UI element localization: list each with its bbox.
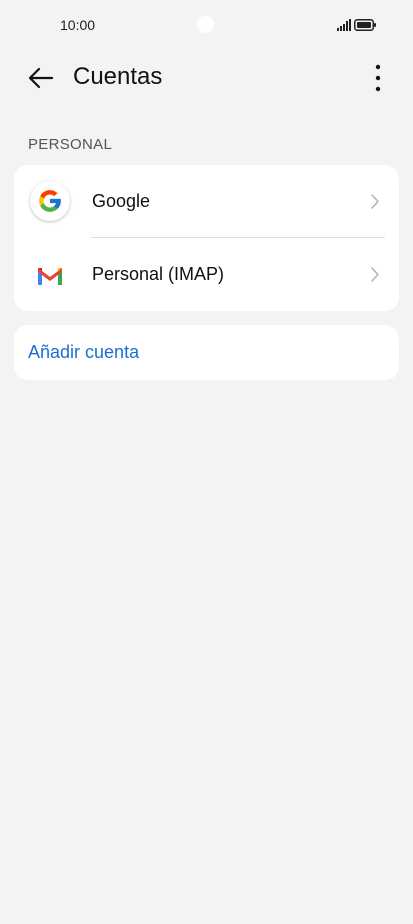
account-label: Google xyxy=(92,191,151,211)
accounts-card: Google Personal (IMAP) xyxy=(14,165,399,311)
battery-icon xyxy=(354,19,376,31)
add-account-label: Añadir cuenta xyxy=(28,342,140,362)
app-bar: Cuentas xyxy=(0,50,413,106)
signal-icon xyxy=(337,19,351,31)
gmail-logo-icon xyxy=(30,255,70,295)
status-time: 10:00 xyxy=(60,17,96,33)
add-account-button[interactable]: Añadir cuenta xyxy=(14,325,399,380)
camera-cutout xyxy=(197,16,214,33)
section-label: PERSONAL xyxy=(28,136,113,153)
account-row-google[interactable]: Google xyxy=(14,165,399,238)
status-bar: 10:00 xyxy=(0,0,413,50)
chevron-right-icon xyxy=(371,194,379,209)
chevron-right-icon xyxy=(371,267,379,282)
more-options-icon[interactable] xyxy=(366,62,390,94)
google-logo-icon xyxy=(30,181,70,221)
account-label: Personal (IMAP) xyxy=(92,264,225,284)
account-row-imap[interactable]: Personal (IMAP) xyxy=(14,238,399,311)
back-arrow-icon[interactable] xyxy=(26,63,56,93)
page-title: Cuentas xyxy=(73,63,163,90)
